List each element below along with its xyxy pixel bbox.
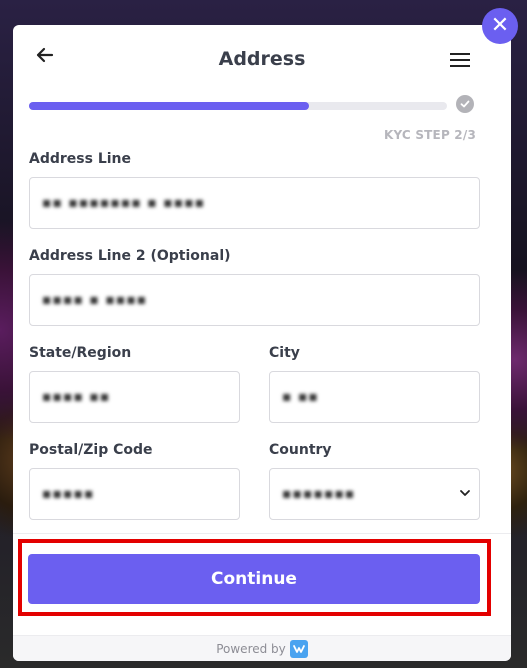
postal-code-input[interactable]: ▪▪▪▪▪ (29, 468, 240, 520)
address-modal: Address KYC STEP 2/3 Address Line ▪▪ ▪▪▪… (13, 25, 511, 661)
address-line2-label: Address Line 2 (Optional) (29, 248, 231, 264)
close-icon[interactable]: ✕ (482, 8, 518, 44)
kyc-progress-fill (29, 102, 310, 110)
address-line-value: ▪▪ ▪▪▪▪▪▪▪ ▪ ▪▪▪▪ (42, 195, 206, 211)
address-line2-value: ▪▪▪▪ ▪ ▪▪▪▪ (42, 292, 148, 308)
brand-logo-icon (289, 640, 308, 658)
address-line-input[interactable]: ▪▪ ▪▪▪▪▪▪▪ ▪ ▪▪▪▪ (29, 177, 480, 229)
state-region-value: ▪▪▪▪ ▪▪ (42, 389, 111, 405)
address-line-label: Address Line (29, 151, 131, 167)
country-label: Country (269, 442, 332, 458)
state-region-label: State/Region (29, 345, 132, 361)
modal-header: Address (13, 25, 511, 95)
hamburger-menu-icon[interactable] (450, 52, 470, 68)
city-value: ▪ ▪▪ (282, 389, 319, 405)
state-region-input[interactable]: ▪▪▪▪ ▪▪ (29, 371, 240, 423)
postal-code-label: Postal/Zip Code (29, 442, 153, 458)
continue-button[interactable]: Continue (28, 554, 480, 604)
close-symbol: ✕ (490, 13, 510, 38)
powered-by-text: Powered by (216, 642, 286, 656)
postal-code-value: ▪▪▪▪▪ (42, 486, 95, 502)
powered-by: Powered by (13, 640, 511, 658)
kyc-progress-bar (29, 102, 447, 110)
section-divider (13, 533, 511, 534)
country-value: ▪▪▪▪▪▪▪ (282, 486, 356, 502)
address-line2-input[interactable]: ▪▪▪▪ ▪ ▪▪▪▪ (29, 274, 480, 326)
city-label: City (269, 345, 300, 361)
city-input[interactable]: ▪ ▪▪ (269, 371, 480, 423)
check-circle-icon (456, 95, 474, 113)
page-title: Address (218, 48, 306, 70)
chevron-down-icon (459, 487, 471, 499)
kyc-step-label: KYC STEP 2/3 (383, 128, 476, 142)
country-select[interactable]: ▪▪▪▪▪▪▪ (269, 468, 480, 520)
